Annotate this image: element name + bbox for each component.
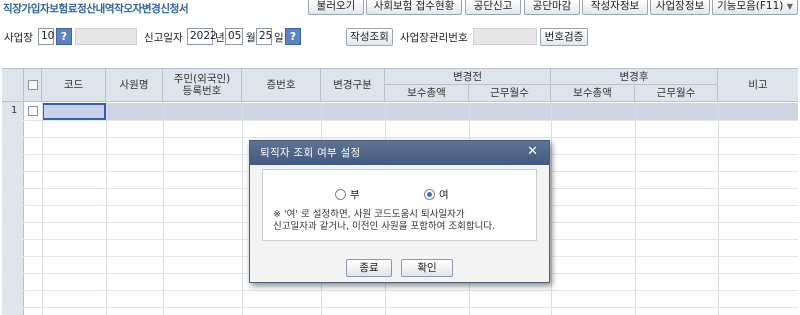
dialog-title: 퇴직자 조회 여부 설정 — [260, 147, 361, 159]
select-all-header — [24, 69, 42, 102]
month-unit: 월 — [246, 32, 256, 44]
agency-close-button[interactable]: 공단마감 — [524, 0, 580, 15]
day-input[interactable]: 25 — [256, 28, 272, 45]
functions-menu-label: 기능모음(F11) — [717, 0, 784, 12]
dialog-note-line2: 신고일자과 같거나, 이전인 사원을 포함하여 조회합니다. — [273, 221, 496, 232]
dialog-note: ※ '여' 로 설정하면, 사원 코드도움시 퇴사일자가 신고일자과 같거나, … — [273, 209, 495, 233]
col-group-after: 변경후 — [551, 69, 718, 85]
col-employee-name[interactable]: 사원명 — [106, 69, 163, 102]
year-unit: 년 — [215, 32, 225, 44]
row-header-column — [2, 102, 24, 315]
workplace-label: 사업장 — [4, 32, 33, 44]
col-group-before: 변경전 — [385, 69, 551, 85]
active-cell[interactable] — [42, 103, 106, 120]
workplace-info-button[interactable]: 사업장정보 — [650, 0, 710, 15]
select-all-checkbox[interactable] — [27, 80, 38, 90]
row-checkbox[interactable] — [28, 106, 38, 116]
dialog-header[interactable]: 퇴직자 조회 여부 설정 — [250, 141, 549, 165]
mgmt-no-label: 사업장관리번호 — [400, 32, 468, 44]
col-before-months[interactable]: 근무월수 — [469, 85, 551, 102]
app-title: 직장가입자보험료정산내역작오자변경신청서 — [3, 3, 189, 15]
col-cert-number[interactable]: 증번호 — [242, 69, 321, 102]
chevron-down-icon: ▼ — [786, 2, 793, 11]
report-date-label: 신고일자 — [144, 32, 183, 44]
col-remarks[interactable]: 비고 — [718, 69, 798, 102]
col-divider — [718, 102, 719, 315]
dialog-close-button[interactable]: 종료 — [346, 259, 392, 277]
radio-yes[interactable] — [424, 189, 435, 200]
filter-bar: 사업장 10 ? 신고일자 2022 년 05 월 25 일 ? 작성조회 사업… — [0, 26, 800, 48]
row-divider — [2, 290, 798, 291]
top-bar: 직장가입자보험료정산내역작오자변경신청서 불러오기 사회보험 접수현황 공단신고… — [0, 0, 800, 16]
col-divider — [106, 102, 107, 315]
col-after-total-pay[interactable]: 보수총액 — [551, 85, 635, 102]
row-number: 1 — [11, 105, 18, 116]
create-query-button[interactable]: 작성조회 — [346, 28, 393, 46]
social-insurance-status-button[interactable]: 사회보험 접수현황 — [366, 0, 462, 15]
author-info-button[interactable]: 작성자정보 — [582, 0, 648, 15]
col-before-total-pay[interactable]: 보수총액 — [385, 85, 469, 102]
functions-menu-button[interactable]: 기능모음(F11) ▼ — [712, 0, 798, 15]
verify-number-button[interactable]: 번호검증 — [540, 28, 588, 46]
dialog-content: 부 여 ※ '여' 로 설정하면, 사원 코드도움시 퇴사일자가 신고일자과 같… — [262, 169, 537, 241]
col-divider — [635, 102, 636, 315]
col-resident-number[interactable]: 주민(외국인) 등록번호 — [163, 69, 242, 102]
table-row[interactable] — [42, 103, 798, 120]
col-divider — [163, 102, 164, 315]
load-button[interactable]: 불러오기 — [308, 0, 364, 15]
dialog-ok-button[interactable]: 확인 — [401, 259, 453, 277]
mgmt-no-field — [473, 28, 537, 45]
radio-no-label: 부 — [350, 189, 360, 201]
retiree-lookup-dialog: 퇴직자 조회 여부 설정 ✕ 부 여 ※ '여' 로 설정하면, 사원 코드도움… — [249, 140, 550, 283]
col-divider — [551, 102, 552, 315]
close-icon[interactable]: ✕ — [527, 144, 538, 159]
workplace-lookup-icon[interactable]: ? — [56, 28, 72, 45]
row-divider — [2, 307, 798, 308]
workplace-name-field — [75, 28, 137, 45]
col-after-months[interactable]: 근무월수 — [635, 85, 718, 102]
col-code[interactable]: 코드 — [42, 69, 106, 102]
radio-no[interactable] — [335, 189, 346, 200]
dialog-note-line1: ※ '여' 로 설정하면, 사원 코드도움시 퇴사일자가 — [273, 209, 465, 220]
col-divider — [42, 102, 43, 315]
radio-yes-label: 여 — [439, 189, 449, 201]
year-input[interactable]: 2022 — [187, 28, 217, 45]
row-divider — [2, 137, 798, 138]
col-change-type[interactable]: 변경구분 — [321, 69, 385, 102]
col-divider — [242, 102, 243, 315]
month-input[interactable]: 05 — [225, 28, 243, 45]
calendar-help-icon[interactable]: ? — [285, 28, 301, 45]
workplace-code-input[interactable]: 10 — [38, 28, 54, 45]
row-number-header — [2, 69, 24, 102]
day-unit: 일 — [274, 32, 284, 44]
agency-report-button[interactable]: 공단신고 — [465, 0, 521, 15]
row-divider — [2, 120, 798, 121]
